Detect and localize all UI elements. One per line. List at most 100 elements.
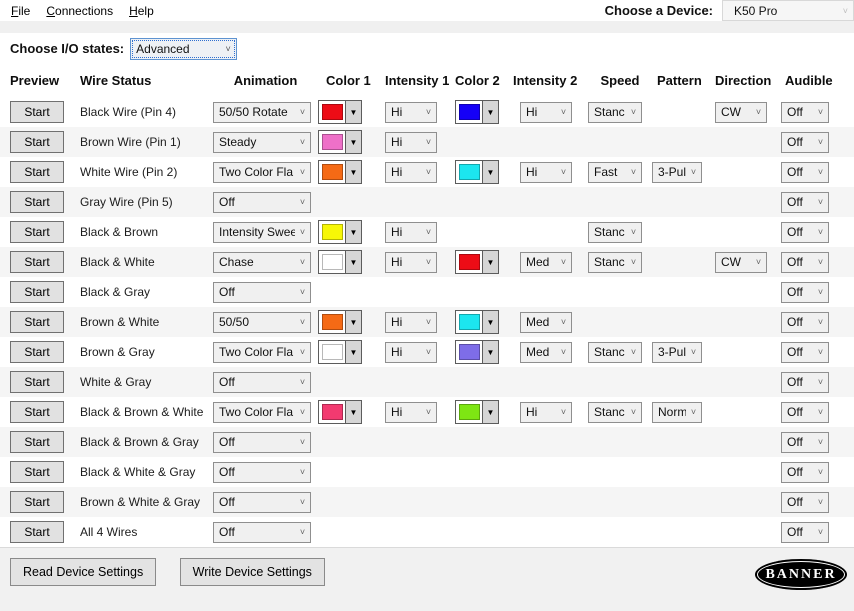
audible-select[interactable]: Off˅ — [781, 102, 829, 123]
start-preview-button[interactable]: Start — [10, 521, 64, 543]
animation-select[interactable]: Off˅ — [213, 192, 311, 213]
dropdown-arrow-icon[interactable]: ▼ — [345, 311, 361, 333]
intensity2-select[interactable]: Hi˅ — [520, 402, 572, 423]
audible-select[interactable]: Off˅ — [781, 132, 829, 153]
intensity1-select[interactable]: Hi˅ — [385, 102, 437, 123]
io-states-select[interactable]: Advanced ˅ — [130, 38, 237, 60]
animation-select[interactable]: Chase˅ — [213, 252, 311, 273]
dropdown-arrow-icon[interactable]: ▼ — [345, 221, 361, 243]
speed-select[interactable]: Fast˅ — [588, 162, 642, 183]
intensity1-select[interactable]: Hi˅ — [385, 252, 437, 273]
animation-select[interactable]: Two Color Fla˅ — [213, 162, 311, 183]
menu-item-help[interactable]: Help — [121, 4, 162, 18]
intensity2-select[interactable]: Med˅ — [520, 312, 572, 333]
audible-select[interactable]: Off˅ — [781, 492, 829, 513]
animation-select[interactable]: Intensity Swee˅ — [213, 222, 311, 243]
audible-select[interactable]: Off˅ — [781, 162, 829, 183]
intensity2-select[interactable]: Hi˅ — [520, 102, 572, 123]
animation-select[interactable]: Off˅ — [213, 282, 311, 303]
color1-picker[interactable]: ▼ — [318, 340, 362, 364]
animation-select[interactable]: Off˅ — [213, 492, 311, 513]
start-preview-button[interactable]: Start — [10, 101, 64, 123]
animation-select[interactable]: Two Color Fla˅ — [213, 402, 311, 423]
color2-picker[interactable]: ▼ — [455, 400, 499, 424]
animation-select[interactable]: Off˅ — [213, 522, 311, 543]
animation-select[interactable]: 50/50 Rotate˅ — [213, 102, 311, 123]
audible-select[interactable]: Off˅ — [781, 522, 829, 543]
pattern-select[interactable]: 3-Pul˅ — [652, 342, 702, 363]
color1-picker[interactable]: ▼ — [318, 130, 362, 154]
pattern-select[interactable]: 3-Pul˅ — [652, 162, 702, 183]
color1-picker[interactable]: ▼ — [318, 400, 362, 424]
intensity2-select[interactable]: Med˅ — [520, 342, 572, 363]
color1-picker[interactable]: ▼ — [318, 160, 362, 184]
color1-picker[interactable]: ▼ — [318, 310, 362, 334]
start-preview-button[interactable]: Start — [10, 401, 64, 423]
animation-select[interactable]: Off˅ — [213, 462, 311, 483]
animation-select[interactable]: Off˅ — [213, 432, 311, 453]
dropdown-arrow-icon[interactable]: ▼ — [482, 251, 498, 273]
audible-select[interactable]: Off˅ — [781, 192, 829, 213]
start-preview-button[interactable]: Start — [10, 341, 64, 363]
start-preview-button[interactable]: Start — [10, 281, 64, 303]
start-preview-button[interactable]: Start — [10, 161, 64, 183]
read-device-settings-button[interactable]: Read Device Settings — [10, 558, 156, 586]
audible-select[interactable]: Off˅ — [781, 372, 829, 393]
audible-select[interactable]: Off˅ — [781, 222, 829, 243]
menu-item-connections[interactable]: Connections — [38, 4, 121, 18]
start-preview-button[interactable]: Start — [10, 461, 64, 483]
dropdown-arrow-icon[interactable]: ▼ — [345, 341, 361, 363]
dropdown-arrow-icon[interactable]: ▼ — [482, 401, 498, 423]
animation-select[interactable]: 50/50˅ — [213, 312, 311, 333]
start-preview-button[interactable]: Start — [10, 251, 64, 273]
start-preview-button[interactable]: Start — [10, 491, 64, 513]
color2-picker[interactable]: ▼ — [455, 250, 499, 274]
dropdown-arrow-icon[interactable]: ▼ — [345, 101, 361, 123]
start-preview-button[interactable]: Start — [10, 371, 64, 393]
color2-picker[interactable]: ▼ — [455, 160, 499, 184]
audible-select[interactable]: Off˅ — [781, 462, 829, 483]
device-select[interactable]: K50 Pro ˅ — [722, 0, 854, 21]
speed-select[interactable]: Stanc˅ — [588, 402, 642, 423]
color1-picker[interactable]: ▼ — [318, 100, 362, 124]
intensity1-select[interactable]: Hi˅ — [385, 342, 437, 363]
intensity1-select[interactable]: Hi˅ — [385, 402, 437, 423]
direction-select[interactable]: CW˅ — [715, 252, 767, 273]
audible-select[interactable]: Off˅ — [781, 342, 829, 363]
speed-select[interactable]: Stanc˅ — [588, 342, 642, 363]
color2-picker[interactable]: ▼ — [455, 100, 499, 124]
start-preview-button[interactable]: Start — [10, 191, 64, 213]
dropdown-arrow-icon[interactable]: ▼ — [345, 401, 361, 423]
color2-picker[interactable]: ▼ — [455, 340, 499, 364]
audible-select[interactable]: Off˅ — [781, 252, 829, 273]
color1-picker[interactable]: ▼ — [318, 250, 362, 274]
start-preview-button[interactable]: Start — [10, 311, 64, 333]
intensity1-select[interactable]: Hi˅ — [385, 162, 437, 183]
dropdown-arrow-icon[interactable]: ▼ — [345, 251, 361, 273]
dropdown-arrow-icon[interactable]: ▼ — [482, 341, 498, 363]
color2-picker[interactable]: ▼ — [455, 310, 499, 334]
start-preview-button[interactable]: Start — [10, 221, 64, 243]
speed-select[interactable]: Stanc˅ — [588, 252, 642, 273]
dropdown-arrow-icon[interactable]: ▼ — [482, 311, 498, 333]
animation-select[interactable]: Steady˅ — [213, 132, 311, 153]
audible-select[interactable]: Off˅ — [781, 402, 829, 423]
color1-picker[interactable]: ▼ — [318, 220, 362, 244]
intensity2-select[interactable]: Med˅ — [520, 252, 572, 273]
write-device-settings-button[interactable]: Write Device Settings — [180, 558, 325, 586]
speed-select[interactable]: Stanc˅ — [588, 222, 642, 243]
audible-select[interactable]: Off˅ — [781, 312, 829, 333]
animation-select[interactable]: Two Color Fla˅ — [213, 342, 311, 363]
dropdown-arrow-icon[interactable]: ▼ — [345, 161, 361, 183]
menu-item-file[interactable]: File — [3, 4, 38, 18]
intensity1-select[interactable]: Hi˅ — [385, 132, 437, 153]
start-preview-button[interactable]: Start — [10, 431, 64, 453]
pattern-select[interactable]: Norm˅ — [652, 402, 702, 423]
dropdown-arrow-icon[interactable]: ▼ — [345, 131, 361, 153]
start-preview-button[interactable]: Start — [10, 131, 64, 153]
audible-select[interactable]: Off˅ — [781, 282, 829, 303]
intensity2-select[interactable]: Hi˅ — [520, 162, 572, 183]
speed-select[interactable]: Stanc˅ — [588, 102, 642, 123]
intensity1-select[interactable]: Hi˅ — [385, 222, 437, 243]
direction-select[interactable]: CW˅ — [715, 102, 767, 123]
